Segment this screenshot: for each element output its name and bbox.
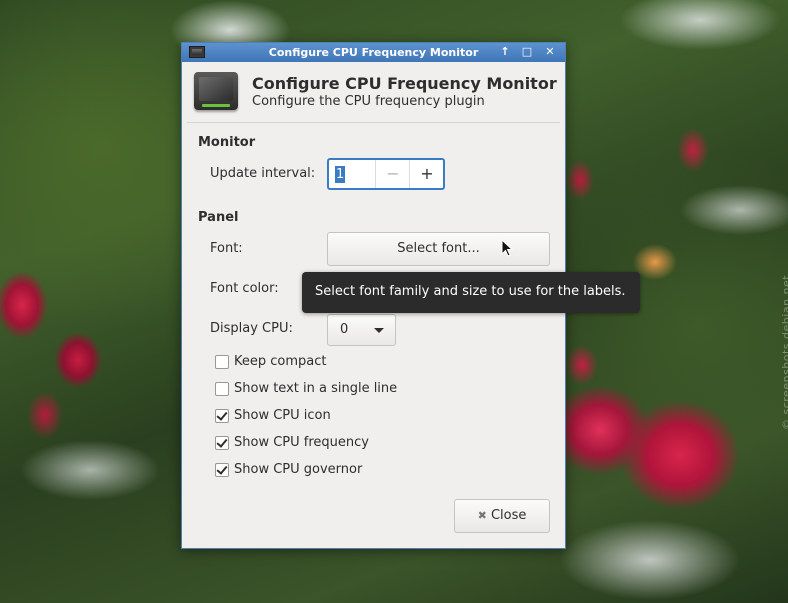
display-cpu-value: 0 (340, 322, 349, 337)
update-interval-value[interactable]: 1 (335, 166, 346, 183)
dialog-header: Configure CPU Frequency Monitor Configur… (182, 62, 565, 122)
display-cpu-combo[interactable]: 0 (327, 314, 396, 346)
update-interval-spinbutton[interactable]: 1 − + (327, 158, 445, 190)
close-button[interactable]: ✖ Close (454, 499, 550, 533)
checkbox-label[interactable]: Show CPU icon (234, 408, 331, 423)
checkbox-label[interactable]: Keep compact (234, 354, 327, 369)
checkbox-label[interactable]: Show CPU frequency (234, 435, 369, 450)
checkbox-show-cpu-governor[interactable] (215, 463, 229, 477)
increment-button[interactable]: + (409, 160, 444, 188)
checkbox-keep-compact[interactable] (215, 355, 229, 369)
cpu-monitor-icon (194, 72, 238, 110)
update-interval-label: Update interval: (210, 166, 316, 181)
font-tooltip: Select font family and size to use for t… (302, 272, 640, 313)
checkbox-show-cpu-frequency[interactable] (215, 436, 229, 450)
dialog-title: Configure CPU Frequency Monitor (252, 74, 557, 93)
maximize-icon[interactable]: □ (520, 45, 534, 59)
font-color-label: Font color: (210, 281, 279, 296)
font-label: Font: (210, 241, 243, 256)
titlebar[interactable]: Configure CPU Frequency Monitor ↑ □ ✕ (182, 43, 565, 62)
shade-icon[interactable]: ↑ (498, 45, 512, 59)
dialog-subtitle: Configure the CPU frequency plugin (252, 94, 485, 109)
section-monitor: Monitor (198, 135, 256, 150)
mouse-cursor-icon (501, 239, 513, 257)
checkbox-show-cpu-icon[interactable] (215, 409, 229, 423)
close-icon: ✖ (477, 509, 487, 522)
watermark: © screenshots.debian.net (780, 274, 788, 430)
checkbox-label[interactable]: Show text in a single line (234, 381, 397, 396)
close-window-icon[interactable]: ✕ (543, 45, 557, 59)
checkbox-label[interactable]: Show CPU governor (234, 462, 362, 477)
display-cpu-label: Display CPU: (210, 321, 293, 336)
decrement-button[interactable]: − (375, 160, 410, 188)
header-separator (187, 122, 560, 123)
checkbox-single-line[interactable] (215, 382, 229, 396)
section-panel: Panel (198, 210, 239, 225)
select-font-button[interactable]: Select font... (327, 232, 550, 266)
close-button-label: Close (490, 508, 527, 523)
chevron-down-icon (374, 328, 384, 333)
